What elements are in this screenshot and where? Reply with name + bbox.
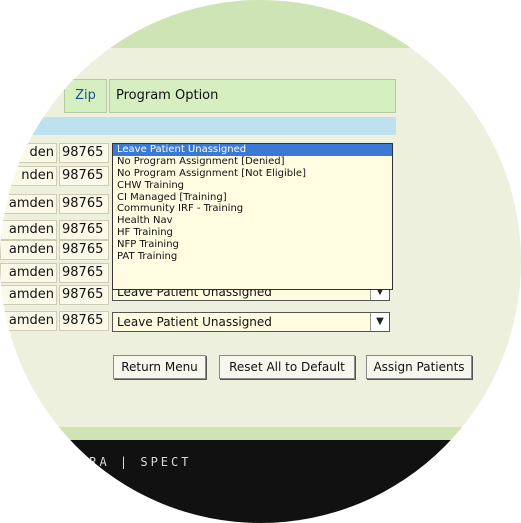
- table-cell-zip: 98765: [59, 194, 109, 214]
- table-cell-zip: 98765: [59, 285, 109, 305]
- footer: [0, 440, 521, 523]
- dropdown-option[interactable]: Community IRF - Training: [113, 203, 392, 215]
- dropdown-option[interactable]: CI Managed [Training]: [113, 192, 392, 204]
- table-cell-zip: 98765: [59, 166, 109, 186]
- table-cell-city: amden: [0, 194, 57, 214]
- table-cell-city: amden: [0, 285, 57, 305]
- table-cell-city: amden: [0, 311, 57, 331]
- dropdown-option[interactable]: No Program Assignment [Not Eligible]: [113, 168, 392, 180]
- table-cell-zip: 98765: [59, 220, 109, 240]
- dropdown-option[interactable]: HF Training: [113, 227, 392, 239]
- dropdown-option[interactable]: NFP Training: [113, 239, 392, 251]
- program-options-dropdown[interactable]: Leave Patient Unassigned No Program Assi…: [112, 143, 393, 290]
- footer-top-band: [0, 427, 521, 441]
- program-select[interactable]: Leave Patient Unassigned ▼: [112, 312, 390, 332]
- column-header-zip: Zip: [64, 79, 107, 113]
- column-header-program-option: Program Option: [109, 79, 396, 113]
- program-select-value: Leave Patient Unassigned: [117, 315, 272, 329]
- reset-all-button[interactable]: Reset All to Default: [219, 355, 355, 379]
- table-cell-city: den: [0, 143, 57, 163]
- dropdown-option[interactable]: CHW Training: [113, 180, 392, 192]
- assign-patients-button[interactable]: Assign Patients: [366, 355, 472, 379]
- table-cell-zip: 98765: [59, 143, 109, 163]
- table-subheader-strip: [0, 117, 396, 135]
- table-cell-zip: 98765: [59, 240, 109, 260]
- table-cell-city: amden: [0, 263, 57, 283]
- dropdown-option[interactable]: No Program Assignment [Denied]: [113, 156, 392, 168]
- table-cell-zip: 98765: [59, 263, 109, 283]
- table-cell-city: amden: [0, 220, 57, 240]
- top-band: [0, 0, 521, 48]
- dropdown-option[interactable]: Leave Patient Unassigned: [113, 144, 392, 156]
- chevron-down-icon[interactable]: ▼: [370, 313, 389, 331]
- return-menu-button[interactable]: Return Menu: [113, 355, 206, 379]
- viewport-circle: Zip Program Option den 98765 nden 98765 …: [0, 0, 521, 523]
- dropdown-option[interactable]: PAT Training: [113, 251, 392, 263]
- dropdown-option[interactable]: Health Nav: [113, 215, 392, 227]
- footer-text: RRA | SPECT: [79, 455, 192, 469]
- table-cell-zip: 98765: [59, 311, 109, 331]
- table-cell-city: nden: [0, 166, 57, 186]
- table-cell-city: amden: [0, 240, 57, 260]
